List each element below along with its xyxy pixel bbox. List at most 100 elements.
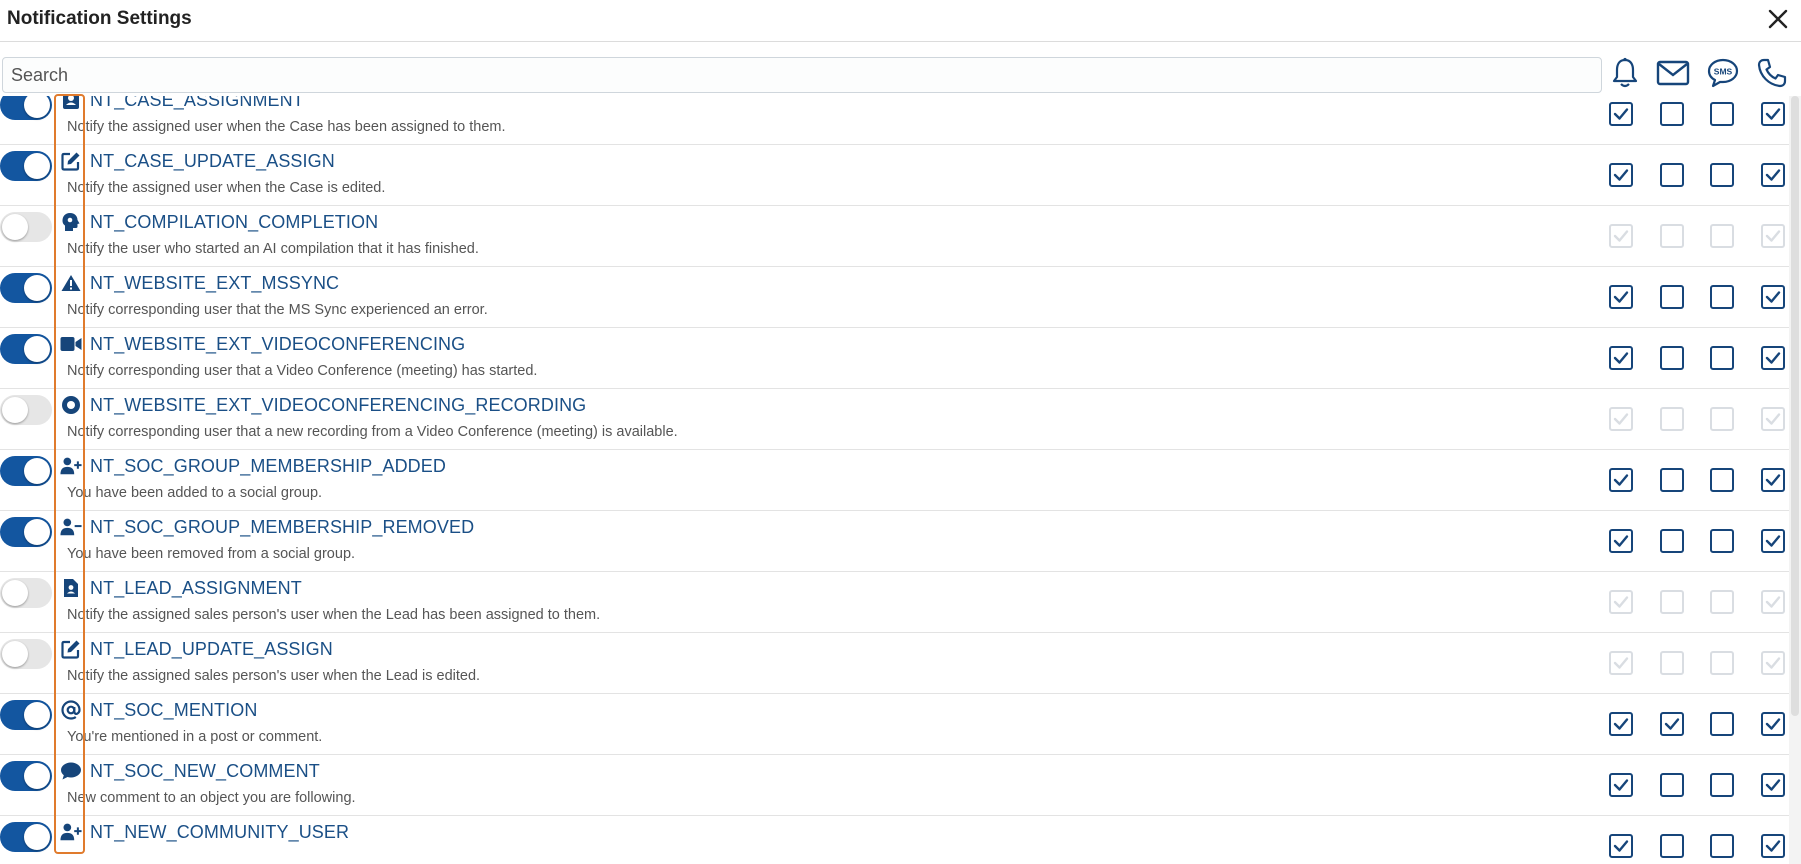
bell-checkbox[interactable]: [1609, 529, 1633, 553]
table-row: NT_CASE_UPDATE_ASSIGN Notify the assigned…: [0, 145, 1789, 206]
email-checkbox[interactable]: [1660, 163, 1684, 187]
phone-checkbox[interactable]: [1761, 834, 1785, 858]
sms-checkbox[interactable]: [1710, 712, 1734, 736]
enable-toggle[interactable]: [0, 96, 52, 120]
sms-checkbox[interactable]: [1710, 102, 1734, 126]
email-checkbox[interactable]: [1660, 712, 1684, 736]
notification-description: You have been added to a social group.: [67, 485, 323, 501]
email-checkbox[interactable]: [1660, 468, 1684, 492]
sms-checkbox[interactable]: [1710, 529, 1734, 553]
close-icon[interactable]: [1765, 6, 1791, 32]
bell-checkbox[interactable]: [1609, 773, 1633, 797]
email-checkbox[interactable]: [1660, 834, 1684, 858]
sms-icon[interactable]: SMS: [1706, 56, 1740, 90]
bell-checkbox: [1609, 651, 1633, 675]
notification-description: Notify corresponding user that a new rec…: [67, 424, 678, 440]
enable-toggle[interactable]: [0, 822, 52, 852]
phone-checkbox[interactable]: [1761, 285, 1785, 309]
enable-toggle[interactable]: [0, 212, 52, 242]
enable-toggle[interactable]: [0, 273, 52, 303]
check-icon: [1613, 596, 1629, 608]
notification-description: Notify corresponding user that a Video C…: [67, 363, 538, 379]
check-icon: [1765, 840, 1781, 852]
notification-list[interactable]: NT_CASE_ASSIGNMENT Notify the assigned us…: [0, 96, 1789, 864]
user-plus-icon: [60, 821, 82, 843]
bell-checkbox[interactable]: [1609, 285, 1633, 309]
sms-checkbox[interactable]: [1710, 163, 1734, 187]
email-checkbox[interactable]: [1660, 529, 1684, 553]
scrollbar[interactable]: [1789, 96, 1801, 864]
toggle-knob: [24, 275, 50, 301]
check-icon: [1613, 291, 1629, 303]
sms-checkbox[interactable]: [1710, 468, 1734, 492]
phone-checkbox[interactable]: [1761, 468, 1785, 492]
toggle-knob: [2, 397, 28, 423]
enable-toggle[interactable]: [0, 639, 52, 669]
sms-checkbox[interactable]: [1710, 346, 1734, 370]
enable-toggle[interactable]: [0, 578, 52, 608]
bell-checkbox[interactable]: [1609, 102, 1633, 126]
email-checkbox[interactable]: [1660, 346, 1684, 370]
check-icon: [1765, 779, 1781, 791]
enable-toggle[interactable]: [0, 334, 52, 364]
bell-checkbox[interactable]: [1609, 346, 1633, 370]
bell-checkbox: [1609, 224, 1633, 248]
notification-description: Notify corresponding user that the MS Sy…: [67, 302, 488, 318]
sms-checkbox[interactable]: [1710, 285, 1734, 309]
check-icon: [1613, 169, 1629, 181]
phone-checkbox[interactable]: [1761, 529, 1785, 553]
toggle-knob: [24, 153, 50, 179]
phone-checkbox: [1761, 407, 1785, 431]
toggle-knob: [2, 641, 28, 667]
table-row: NT_NEW_COMMUNITY_USER: [0, 816, 1789, 864]
phone-checkbox[interactable]: [1761, 102, 1785, 126]
check-icon: [1613, 718, 1629, 730]
email-checkbox: [1660, 224, 1684, 248]
check-icon: [1613, 352, 1629, 364]
bell-checkbox[interactable]: [1609, 712, 1633, 736]
phone-checkbox[interactable]: [1761, 346, 1785, 370]
enable-toggle[interactable]: [0, 700, 52, 730]
check-icon: [1765, 230, 1781, 242]
notification-code: NT_CASE_ASSIGNMENT: [90, 96, 304, 110]
bell-icon[interactable]: [1608, 56, 1642, 90]
sms-checkbox: [1710, 651, 1734, 675]
enable-toggle[interactable]: [0, 151, 52, 181]
window-title: Notification Settings: [7, 8, 192, 29]
email-checkbox[interactable]: [1660, 102, 1684, 126]
check-icon: [1765, 596, 1781, 608]
phone-checkbox[interactable]: [1761, 163, 1785, 187]
enable-toggle[interactable]: [0, 456, 52, 486]
check-icon: [1765, 352, 1781, 364]
check-icon: [1613, 413, 1629, 425]
check-icon: [1664, 718, 1680, 730]
bell-checkbox: [1609, 590, 1633, 614]
check-icon: [1613, 779, 1629, 791]
check-icon: [1765, 108, 1781, 120]
sms-checkbox[interactable]: [1710, 834, 1734, 858]
phone-checkbox[interactable]: [1761, 712, 1785, 736]
phone-icon[interactable]: [1755, 56, 1789, 90]
sms-checkbox[interactable]: [1710, 773, 1734, 797]
notification-code: NT_COMPILATION_COMPLETION: [90, 212, 379, 232]
notification-code: NT_WEBSITE_EXT_VIDEOCONFERENCING_RECORDI…: [90, 395, 587, 415]
check-icon: [1613, 108, 1629, 120]
toggle-knob: [24, 519, 50, 545]
enable-toggle[interactable]: [0, 761, 52, 791]
contact-file-icon: [60, 577, 82, 599]
enable-toggle[interactable]: [0, 395, 52, 425]
email-checkbox[interactable]: [1660, 773, 1684, 797]
scrollbar-thumb[interactable]: [1791, 96, 1799, 716]
bell-checkbox[interactable]: [1609, 834, 1633, 858]
bell-checkbox[interactable]: [1609, 163, 1633, 187]
bell-checkbox[interactable]: [1609, 468, 1633, 492]
notification-code: NT_WEBSITE_EXT_MSSYNC: [90, 273, 340, 293]
email-checkbox: [1660, 590, 1684, 614]
email-checkbox[interactable]: [1660, 285, 1684, 309]
email-icon[interactable]: [1656, 56, 1690, 90]
phone-checkbox: [1761, 651, 1785, 675]
check-icon: [1765, 718, 1781, 730]
enable-toggle[interactable]: [0, 517, 52, 547]
phone-checkbox[interactable]: [1761, 773, 1785, 797]
table-row: NT_SOC_MENTION You're mentioned in a post…: [0, 694, 1789, 755]
